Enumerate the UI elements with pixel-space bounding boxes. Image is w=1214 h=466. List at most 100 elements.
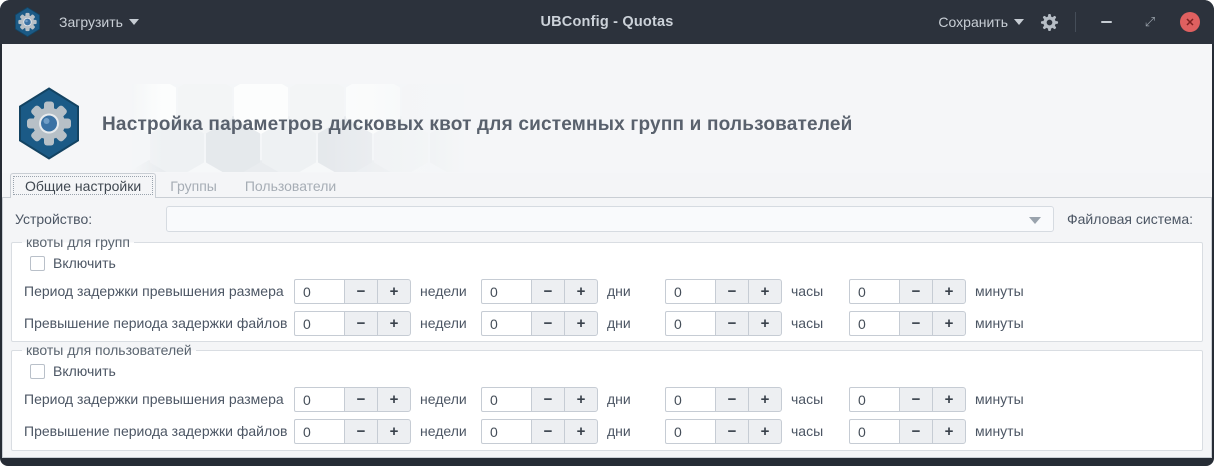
spin-input[interactable] <box>849 387 900 412</box>
spin-plus-button[interactable]: + <box>564 419 598 444</box>
window-title: UBConfig - Quotas <box>540 14 673 30</box>
spin-minus-button[interactable]: − <box>715 419 749 444</box>
spin-input[interactable] <box>665 279 716 304</box>
tab-groups[interactable]: Группы <box>156 173 231 198</box>
spin-input[interactable] <box>849 311 900 336</box>
user-quotas-enable-label: Включить <box>53 363 116 379</box>
group-quotas-enable-checkbox[interactable] <box>30 256 45 271</box>
titlebar: Загрузить UBConfig - Quotas Сохранить ⤢ … <box>0 0 1214 44</box>
spin-minus-button[interactable]: − <box>899 387 933 412</box>
close-icon: ✕ <box>1185 16 1194 29</box>
spin-plus-button[interactable]: + <box>377 387 411 412</box>
maximize-button[interactable]: ⤢ <box>1136 8 1164 36</box>
maximize-icon: ⤢ <box>1145 14 1155 30</box>
spin-input[interactable] <box>849 419 900 444</box>
spin-minus-button[interactable]: − <box>531 419 565 444</box>
save-menu-button[interactable]: Сохранить <box>938 14 1024 30</box>
unit-label: минуты <box>975 311 1024 336</box>
spin-input[interactable] <box>481 311 532 336</box>
unit-label: дни <box>607 311 631 336</box>
unit-label: минуты <box>975 387 1024 412</box>
chevron-down-icon <box>1029 217 1041 224</box>
dropdown-arrow-icon <box>129 19 139 25</box>
spin-input[interactable] <box>849 279 900 304</box>
load-menu-label: Загрузить <box>59 14 123 30</box>
spin-plus-button[interactable]: + <box>932 279 966 304</box>
spin-plus-button[interactable]: + <box>748 311 782 336</box>
spin-input[interactable] <box>294 311 345 336</box>
spin-input[interactable] <box>481 279 532 304</box>
spin-minus-button[interactable]: − <box>715 387 749 412</box>
settings-gear-icon[interactable] <box>1040 13 1059 32</box>
group-quotas-enable-label: Включить <box>53 255 116 271</box>
tab-bar: Общие настройки Группы Пользователи <box>10 173 350 198</box>
spin-minus-button[interactable]: − <box>531 279 565 304</box>
spin-minus-button[interactable]: − <box>344 387 378 412</box>
spin-minus-button[interactable]: − <box>344 279 378 304</box>
tab-users[interactable]: Пользователи <box>231 173 350 198</box>
app-logo-icon <box>14 7 41 37</box>
unit-label: дни <box>607 419 631 444</box>
spin-plus-button[interactable]: + <box>748 387 782 412</box>
spin-minus-button[interactable]: − <box>715 279 749 304</box>
spin-input[interactable] <box>665 419 716 444</box>
spin-plus-button[interactable]: + <box>564 311 598 336</box>
spin-input[interactable] <box>481 419 532 444</box>
spin-input[interactable] <box>665 311 716 336</box>
dropdown-arrow-icon <box>1014 19 1024 25</box>
general-settings-pane: Устройство: Файловая система: квоты для … <box>2 197 1212 458</box>
spin-minus-button[interactable]: − <box>531 311 565 336</box>
user-quotas-enable-checkbox[interactable] <box>30 364 45 379</box>
minimize-button[interactable] <box>1092 8 1120 36</box>
spin-minus-button[interactable]: − <box>344 419 378 444</box>
spin-minus-button[interactable]: − <box>715 311 749 336</box>
spin-minus-button[interactable]: − <box>531 387 565 412</box>
unit-label: минуты <box>975 279 1024 304</box>
spin-minus-button[interactable]: − <box>344 311 378 336</box>
spin-input[interactable] <box>294 387 345 412</box>
load-menu-button[interactable]: Загрузить <box>59 14 139 30</box>
spin-plus-button[interactable]: + <box>748 419 782 444</box>
unit-label: минуты <box>975 419 1024 444</box>
device-combobox[interactable] <box>166 206 1054 232</box>
spin-plus-button[interactable]: + <box>377 311 411 336</box>
unit-label: часы <box>791 311 823 336</box>
grace-files-label: Превышение периода задержки файлов <box>24 311 288 336</box>
spin-plus-button[interactable]: + <box>564 279 598 304</box>
spin-plus-button[interactable]: + <box>932 419 966 444</box>
spin-input[interactable] <box>481 387 532 412</box>
spin-plus-button[interactable]: + <box>377 279 411 304</box>
spin-minus-button[interactable]: − <box>899 419 933 444</box>
minimize-icon <box>1101 21 1112 23</box>
group-quotas-box: квоты для групп Включить Период задержки… <box>11 242 1203 342</box>
spin-plus-button[interactable]: + <box>564 387 598 412</box>
spin-minus-button[interactable]: − <box>899 311 933 336</box>
unit-label: часы <box>791 419 823 444</box>
titlebar-separator <box>1075 12 1076 32</box>
spin-plus-button[interactable]: + <box>932 311 966 336</box>
app-window: Загрузить UBConfig - Quotas Сохранить ⤢ … <box>0 0 1214 466</box>
spin-plus-button[interactable]: + <box>748 279 782 304</box>
spin-plus-button[interactable]: + <box>377 419 411 444</box>
page-header: Настройка параметров дисковых квот для с… <box>2 44 1212 173</box>
spin-input[interactable] <box>294 279 345 304</box>
grace-size-label: Период задержки превышения размера <box>24 387 284 412</box>
save-menu-label: Сохранить <box>938 14 1008 30</box>
unit-label: недели <box>420 419 467 444</box>
grace-size-label: Период задержки превышения размера <box>24 279 284 304</box>
unit-label: дни <box>607 279 631 304</box>
tab-general-settings[interactable]: Общие настройки <box>10 173 156 198</box>
unit-label: недели <box>420 311 467 336</box>
window-body: Настройка параметров дисковых квот для с… <box>2 44 1212 458</box>
close-button[interactable]: ✕ <box>1180 12 1200 32</box>
spin-minus-button[interactable]: − <box>899 279 933 304</box>
unit-label: недели <box>420 279 467 304</box>
spin-input[interactable] <box>665 387 716 412</box>
unit-label: часы <box>791 279 823 304</box>
unit-label: недели <box>420 387 467 412</box>
quota-gear-icon <box>17 87 81 160</box>
spin-plus-button[interactable]: + <box>932 387 966 412</box>
device-label: Устройство: <box>15 206 92 232</box>
filesystem-label: Файловая система: <box>1067 206 1193 232</box>
spin-input[interactable] <box>294 419 345 444</box>
